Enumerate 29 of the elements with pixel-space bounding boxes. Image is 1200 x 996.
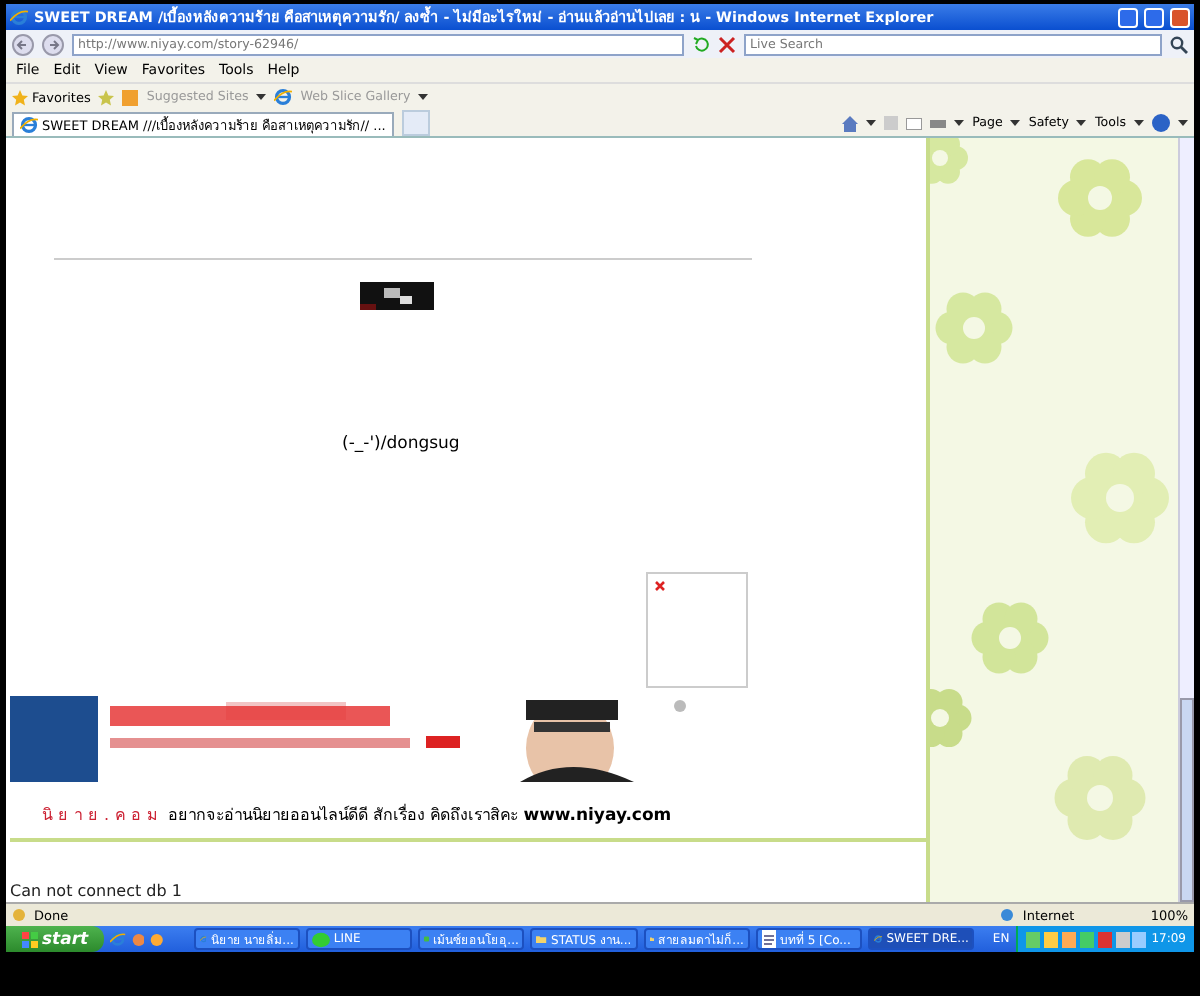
caret-icon [954, 120, 965, 126]
sites-icon [122, 89, 139, 105]
folder-icon [536, 932, 548, 946]
caret-icon [1010, 120, 1021, 126]
stop-icon[interactable] [718, 35, 736, 53]
caret-icon [1134, 120, 1144, 126]
back-icon[interactable] [12, 33, 34, 55]
scrollbar-thumb[interactable] [1180, 698, 1194, 902]
caret-icon [418, 94, 429, 100]
forward-icon[interactable] [42, 33, 64, 55]
document-icon [761, 930, 776, 948]
caret-icon [256, 94, 267, 100]
windows-icon [22, 931, 38, 947]
emoticon-text: (-_-')/dongsug [342, 434, 462, 454]
caret-icon [866, 120, 877, 126]
close-button[interactable] [1170, 7, 1190, 27]
search-icon[interactable] [1170, 35, 1188, 53]
minimize-button[interactable] [1118, 7, 1138, 27]
broken-image-icon [654, 580, 666, 592]
caret-icon [1076, 120, 1087, 126]
tray-icons-drawing [1025, 931, 1146, 947]
site-tagline: นิยาย.คอม อยากจะอ่านนิยายออนไลน์ดีดี สักเรื่อง คิดถึงเราสิคะ www.niyay.com [42, 802, 674, 828]
maximize-button[interactable] [1144, 7, 1164, 27]
folder-icon [649, 932, 655, 946]
refresh-icon[interactable] [692, 35, 710, 53]
caret-icon [1178, 120, 1188, 126]
home-icon[interactable] [842, 115, 859, 131]
star-icon [12, 89, 28, 105]
error-text: Can not connect db 1 [10, 882, 184, 900]
